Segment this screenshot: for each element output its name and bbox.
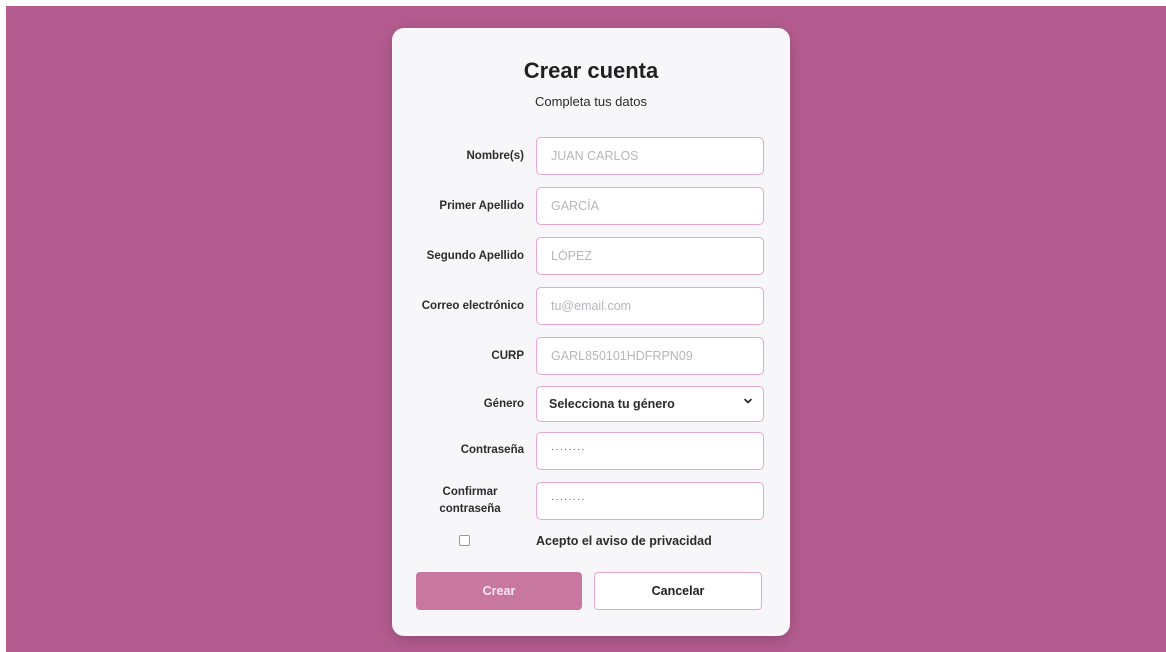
confirm-password-label: Confirmar contraseña [439, 486, 501, 515]
email-field[interactable] [536, 287, 764, 325]
second-surname-label: Segundo Apellido [426, 250, 524, 262]
password-label: Contraseña [460, 444, 524, 456]
curp-label: CURP [491, 350, 524, 362]
second-surname-input[interactable] [536, 237, 764, 275]
confirm-password-value: ········ [551, 494, 586, 505]
create-button[interactable]: Crear [416, 572, 582, 610]
cancel-button[interactable]: Cancelar [594, 572, 762, 610]
signup-card: Crear cuenta Completa tus datos Nombre(s… [392, 28, 790, 636]
page-title: Crear cuenta [523, 58, 659, 83]
first-name-label: Nombre(s) [466, 150, 524, 162]
privacy-checkbox[interactable] [459, 535, 470, 546]
curp-input[interactable] [536, 337, 764, 375]
gender-select[interactable]: Selecciona tu género [536, 386, 764, 422]
email-label: Correo electrónico [421, 300, 524, 312]
gender-label: Género [483, 398, 524, 410]
first-name-input[interactable] [536, 137, 764, 175]
privacy-label: Acepto el aviso de privacidad [536, 534, 712, 548]
page-subtitle: Completa tus datos [534, 94, 647, 109]
first-surname-input[interactable] [536, 187, 764, 225]
chevron-down-icon [743, 396, 753, 409]
first-surname-label: Primer Apellido [439, 200, 524, 212]
password-field[interactable]: ········ [536, 432, 764, 470]
password-value: ········ [551, 444, 586, 455]
gender-select-value: Selecciona tu género [549, 397, 675, 411]
confirm-password-field[interactable]: ········ [536, 482, 764, 520]
